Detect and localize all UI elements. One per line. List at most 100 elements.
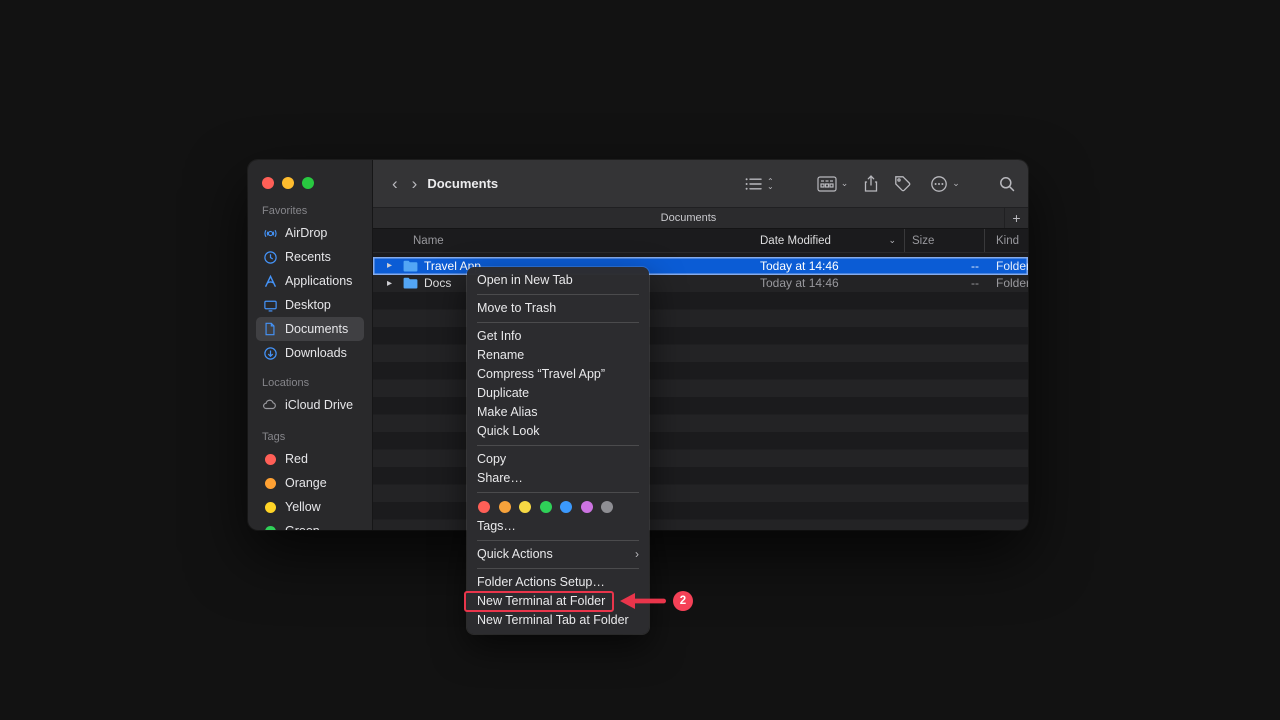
- sidebar-item-tag-green[interactable]: Green: [256, 519, 364, 530]
- green-tag-dot[interactable]: [540, 501, 552, 513]
- menu-item-tags[interactable]: Tags…: [467, 517, 649, 536]
- menu-separator: [477, 322, 639, 323]
- menu-item-copy[interactable]: Copy: [467, 450, 649, 469]
- red-tag-icon: [262, 451, 278, 467]
- file-date: Today at 14:46: [760, 257, 905, 275]
- context-menu: Open in New Tab Move to Trash Get Info R…: [467, 267, 649, 634]
- column-header-name[interactable]: Name: [373, 229, 760, 252]
- close-button[interactable]: [262, 177, 274, 189]
- yellow-tag-dot[interactable]: [519, 501, 531, 513]
- disclosure-chevron-icon[interactable]: ▸: [387, 260, 397, 271]
- view-list-button[interactable]: ⌃⌄: [745, 177, 774, 191]
- blue-tag-dot[interactable]: [560, 501, 572, 513]
- menu-item-share[interactable]: Share…: [467, 469, 649, 488]
- tab-bar: Documents +: [373, 207, 1028, 229]
- cloud-icon: [262, 397, 278, 413]
- minimize-button[interactable]: [282, 177, 294, 189]
- folder-icon: [403, 260, 418, 272]
- sidebar-section-tags: Tags: [262, 431, 372, 443]
- sidebar-item-desktop[interactable]: Desktop: [256, 293, 364, 317]
- sidebar-item-label: Recents: [285, 250, 331, 264]
- orange-tag-icon: [262, 475, 278, 491]
- orange-tag-dot[interactable]: [499, 501, 511, 513]
- file-name: Docs: [424, 276, 451, 290]
- menu-item-move-to-trash[interactable]: Move to Trash: [467, 299, 649, 318]
- chevron-down-icon: ⌄: [841, 178, 849, 189]
- group-by-button[interactable]: ⌄: [817, 176, 849, 192]
- tab-documents[interactable]: Documents: [373, 212, 1004, 224]
- sidebar-item-recents[interactable]: Recents: [256, 245, 364, 269]
- sidebar-item-tag-orange[interactable]: Orange: [256, 471, 364, 495]
- sidebar: Favorites AirDrop Recents Applications: [248, 160, 373, 530]
- menu-separator: [477, 445, 639, 446]
- window-title: Documents: [427, 176, 498, 191]
- sidebar-item-label: iCloud Drive: [285, 398, 353, 412]
- file-size: --: [905, 275, 985, 293]
- back-button[interactable]: ‹: [392, 175, 398, 192]
- column-header-kind[interactable]: Kind: [985, 229, 1028, 252]
- tags-button[interactable]: [894, 175, 911, 192]
- sidebar-item-applications[interactable]: Applications: [256, 269, 364, 293]
- sidebar-item-icloud-drive[interactable]: iCloud Drive: [256, 393, 364, 417]
- menu-item-quick-look[interactable]: Quick Look: [467, 422, 649, 441]
- sidebar-item-label: Green: [285, 524, 320, 530]
- zoom-button[interactable]: [302, 177, 314, 189]
- submenu-chevron-icon: ›: [635, 545, 639, 564]
- sidebar-item-label: AirDrop: [285, 226, 327, 240]
- menu-item-open-in-new-tab[interactable]: Open in New Tab: [467, 271, 649, 290]
- forward-button[interactable]: ›: [412, 175, 418, 192]
- sidebar-section-favorites: Favorites: [262, 205, 372, 217]
- new-tab-button[interactable]: +: [1004, 208, 1028, 228]
- clock-icon: [262, 249, 278, 265]
- disclosure-chevron-icon[interactable]: ▸: [387, 278, 397, 289]
- folder-icon: [403, 277, 418, 289]
- share-button[interactable]: [864, 175, 878, 192]
- downloads-icon: [262, 345, 278, 361]
- list-header: Name Date Modified ⌄ Size Kind: [373, 229, 1028, 253]
- yellow-tag-icon: [262, 499, 278, 515]
- file-date: Today at 14:46: [760, 275, 905, 293]
- more-actions-button[interactable]: ⌄: [930, 175, 960, 193]
- purple-tag-dot[interactable]: [581, 501, 593, 513]
- menu-tag-color-row: [467, 497, 649, 517]
- sidebar-item-documents[interactable]: iCloud Drive Documents: [256, 317, 364, 341]
- menu-item-get-info[interactable]: Get Info: [467, 327, 649, 346]
- sidebar-item-airdrop[interactable]: AirDrop: [256, 221, 364, 245]
- sidebar-item-downloads[interactable]: Downloads: [256, 341, 364, 365]
- document-icon: [262, 321, 278, 337]
- sidebar-item-label: Documents: [285, 322, 348, 336]
- menu-item-quick-actions[interactable]: Quick Actions ›: [467, 545, 649, 564]
- green-tag-icon: [262, 523, 278, 530]
- step-badge: 2: [673, 591, 693, 611]
- sidebar-item-label: Red: [285, 452, 308, 466]
- menu-item-duplicate[interactable]: Duplicate: [467, 384, 649, 403]
- sidebar-item-label: Applications: [285, 274, 352, 288]
- window-controls: [262, 177, 372, 189]
- sidebar-section-locations: Locations: [262, 377, 372, 389]
- search-button[interactable]: [999, 176, 1015, 192]
- view-toggle-icon: ⌃⌄: [767, 179, 774, 189]
- menu-item-rename[interactable]: Rename: [467, 346, 649, 365]
- file-kind: Folder: [985, 257, 1028, 275]
- desktop-icon: [262, 297, 278, 313]
- menu-separator: [477, 294, 639, 295]
- chevron-down-icon: ⌄: [952, 178, 960, 189]
- red-tag-dot[interactable]: [478, 501, 490, 513]
- sidebar-item-label: Yellow: [285, 500, 321, 514]
- sidebar-item-tag-yellow[interactable]: Yellow: [256, 495, 364, 519]
- column-header-date-modified[interactable]: Date Modified ⌄: [760, 229, 905, 252]
- sort-chevron-icon: ⌄: [888, 235, 896, 246]
- menu-item-compress[interactable]: Compress “Travel App”: [467, 365, 649, 384]
- menu-separator: [477, 568, 639, 569]
- menu-item-make-alias[interactable]: Make Alias: [467, 403, 649, 422]
- sidebar-item-label: Orange: [285, 476, 327, 490]
- sidebar-item-label: Downloads: [285, 346, 347, 360]
- sidebar-item-tag-red[interactable]: Red: [256, 447, 364, 471]
- file-kind: Folder: [985, 275, 1028, 293]
- gray-tag-dot[interactable]: [601, 501, 613, 513]
- applications-icon: [262, 273, 278, 289]
- file-size: --: [905, 257, 985, 275]
- column-header-size[interactable]: Size: [905, 229, 985, 252]
- menu-separator: [477, 492, 639, 493]
- sidebar-item-label: Desktop: [285, 298, 331, 312]
